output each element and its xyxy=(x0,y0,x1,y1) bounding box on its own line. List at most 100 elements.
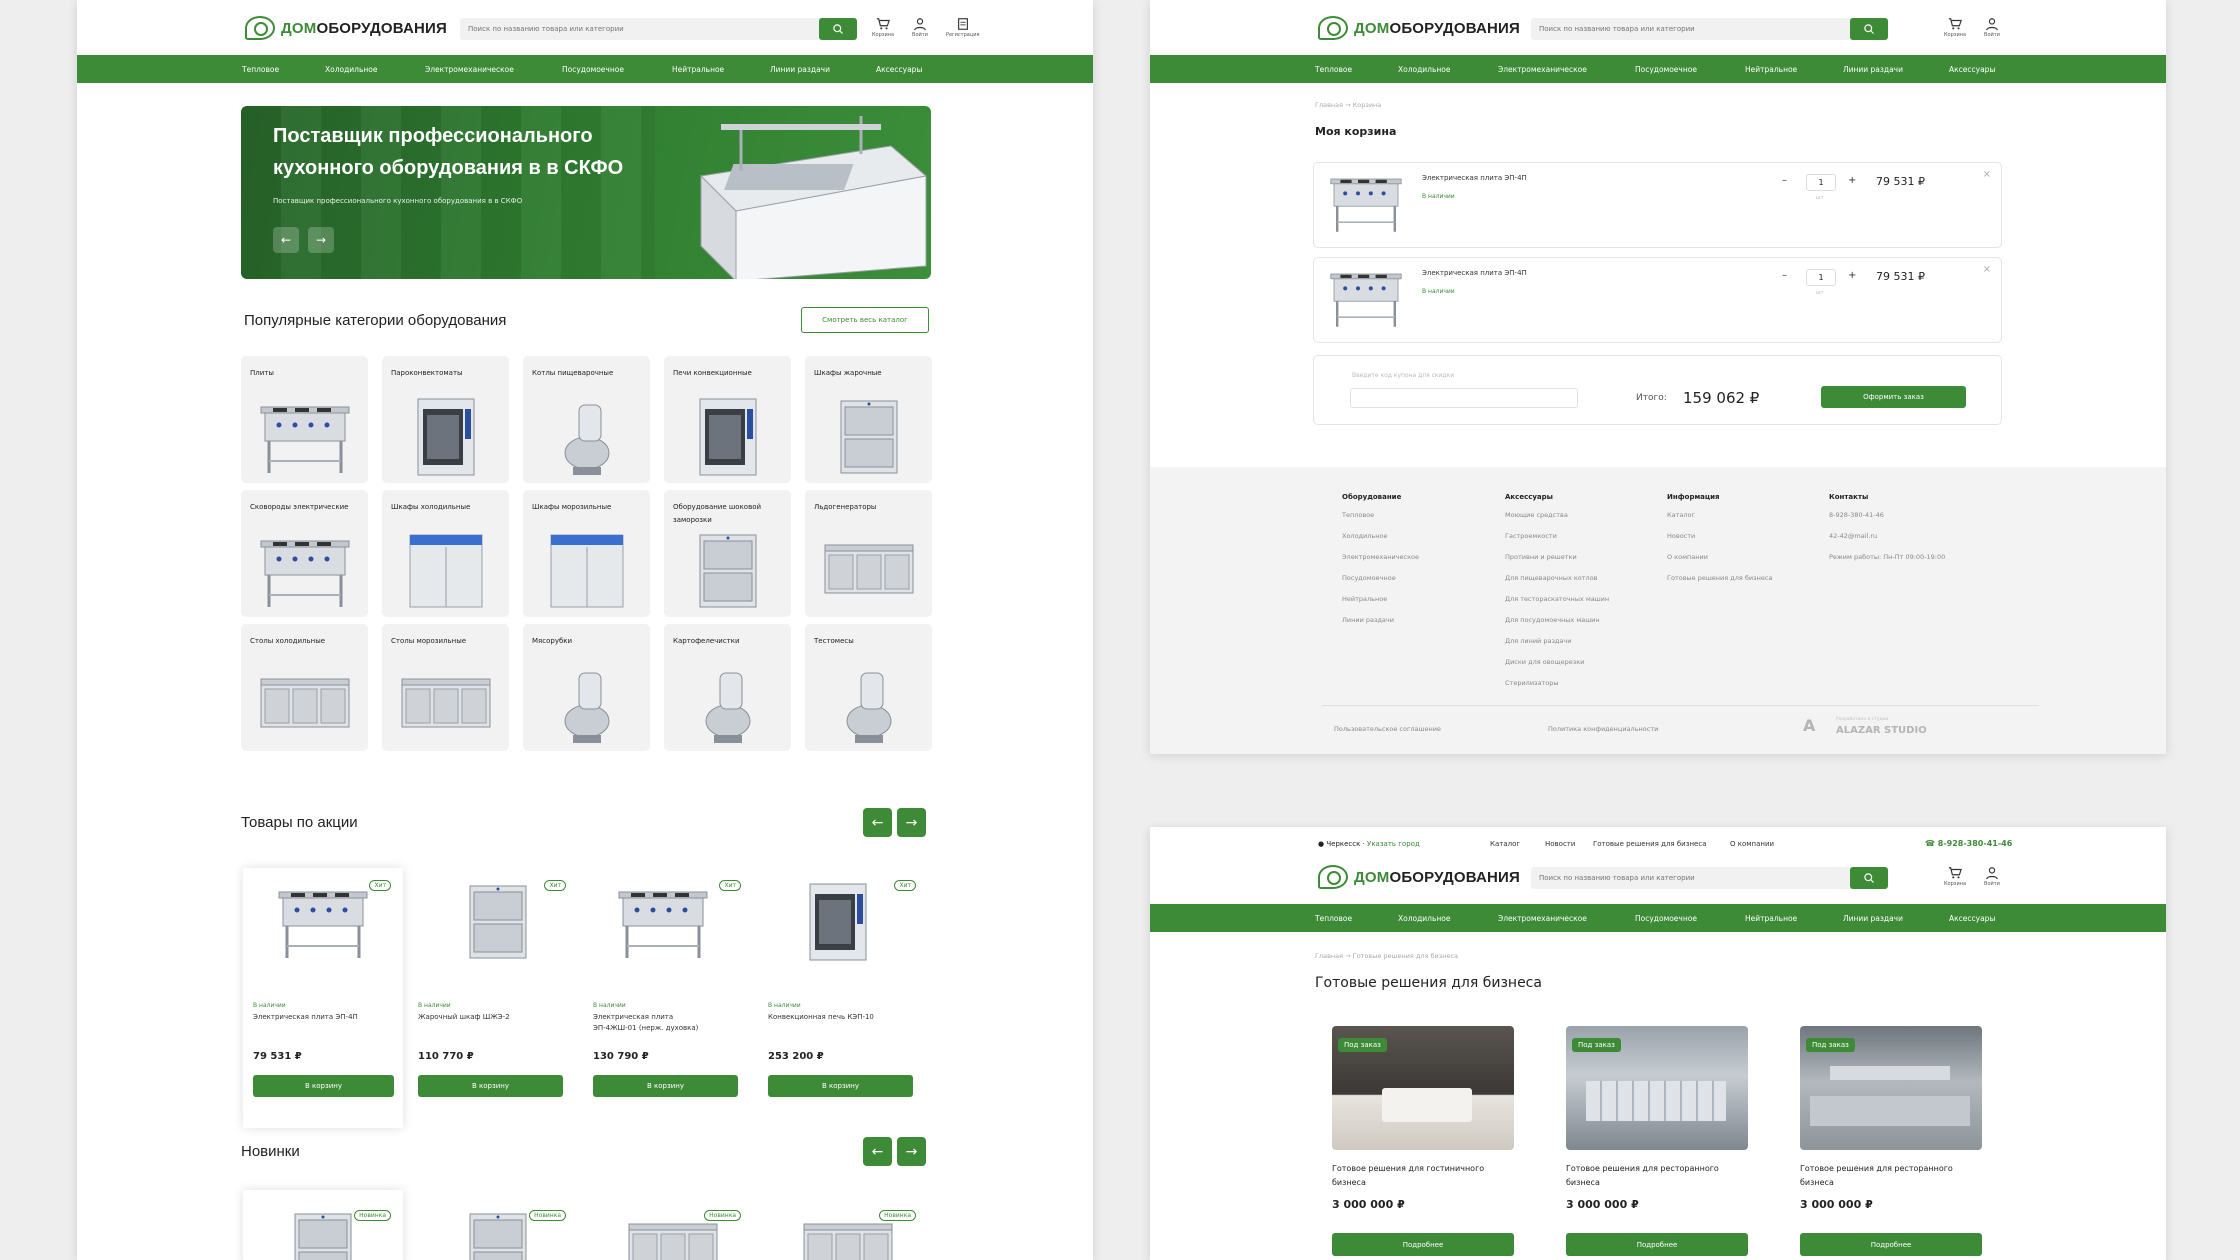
coupon-input[interactable] xyxy=(1350,388,1578,408)
new-prev-button[interactable]: ← xyxy=(863,1137,892,1166)
cart-item-name[interactable]: Электрическая плита ЭП-4П xyxy=(1422,173,1527,184)
privacy-link[interactable]: Политика конфиденциальности xyxy=(1548,725,1658,733)
qty-minus-button[interactable]: – xyxy=(1782,270,1787,281)
product-card[interactable]: Хит В наличии Электрическая плита ЭП-4П … xyxy=(243,868,403,1128)
category-card[interactable]: Шкафы морозильные xyxy=(523,490,650,617)
details-button[interactable]: Подробнее xyxy=(1566,1233,1748,1256)
breadcrumb[interactable]: Главная → Готовые решения для бизнеса xyxy=(1315,952,1458,960)
product-card[interactable]: Хит В наличии Жарочный шкаф ШЖЭ-2 110 77… xyxy=(418,868,578,1128)
qty-input[interactable]: 1 xyxy=(1806,269,1836,286)
nav-item[interactable]: Холодильное xyxy=(1398,65,1451,74)
category-card[interactable]: Оборудование шоковой заморозки xyxy=(664,490,791,617)
nav-item[interactable]: Электромеханическое xyxy=(425,65,514,74)
sale-next-button[interactable]: → xyxy=(897,808,926,837)
details-button[interactable]: Подробнее xyxy=(1800,1233,1982,1256)
search-button[interactable] xyxy=(819,18,857,40)
cart-link[interactable]: Корзина xyxy=(1944,866,1966,887)
category-card[interactable]: Печи конвекционные xyxy=(664,356,791,483)
qty-plus-button[interactable]: + xyxy=(1848,270,1856,281)
product-card[interactable]: Новинка xyxy=(418,1190,578,1260)
nav-item[interactable]: Аксессуары xyxy=(876,65,922,74)
hero-prev-button[interactable]: ← xyxy=(273,227,299,253)
product-card[interactable]: Новинка xyxy=(243,1190,403,1260)
add-to-cart-button[interactable]: В корзину xyxy=(253,1075,394,1097)
nav-item[interactable]: Нейтральное xyxy=(672,65,724,74)
nav-item[interactable]: Линии раздачи xyxy=(1843,65,1903,74)
hero-next-button[interactable]: → xyxy=(308,227,334,253)
details-button[interactable]: Подробнее xyxy=(1332,1233,1514,1256)
solution-card[interactable]: Под заказ Готовое решения для ресторанно… xyxy=(1566,1026,1748,1256)
qty-plus-button[interactable]: + xyxy=(1848,175,1856,186)
product-name[interactable]: Жарочный шкаф ШЖЭ-2 xyxy=(418,1012,558,1023)
category-card[interactable]: Мясорубки xyxy=(523,624,650,751)
logo[interactable]: ДОМОБОРУДОВАНИЯ xyxy=(1318,865,1520,889)
product-card[interactable]: Хит В наличии Конвекционная печь КЭП-10 … xyxy=(768,868,928,1128)
nav-item[interactable]: Холодильное xyxy=(1398,914,1451,923)
phone-link[interactable]: ☎ 8-928-380-41-46 xyxy=(1925,839,2012,848)
sale-prev-button[interactable]: ← xyxy=(863,808,892,837)
checkout-button[interactable]: Оформить заказ xyxy=(1821,386,1966,408)
category-card[interactable]: Льдогенераторы xyxy=(805,490,932,617)
login-link[interactable]: Войти xyxy=(912,17,928,38)
search-input[interactable] xyxy=(460,25,855,33)
product-name[interactable]: Электрическая плита ЭП-4ЖШ-01 (нерж. дух… xyxy=(593,1012,703,1034)
logo[interactable]: ДОМОБОРУДОВАНИЯ xyxy=(245,16,447,40)
login-link[interactable]: Войти xyxy=(1984,866,2000,887)
topnav-item[interactable]: О компании xyxy=(1730,840,1774,848)
category-card[interactable]: Шкафы холодильные xyxy=(382,490,509,617)
city-label[interactable]: ● Черкесск · Указать город xyxy=(1318,840,1420,848)
nav-item[interactable]: Электромеханическое xyxy=(1498,65,1587,74)
category-card[interactable]: Шкафы жарочные xyxy=(805,356,932,483)
add-to-cart-button[interactable]: В корзину xyxy=(593,1075,738,1097)
nav-item[interactable]: Посудомоечное xyxy=(1635,914,1697,923)
cart-link[interactable]: Корзина xyxy=(1944,17,1966,38)
nav-item[interactable]: Холодильное xyxy=(325,65,378,74)
nav-item[interactable]: Тепловое xyxy=(1315,65,1352,74)
search-button[interactable] xyxy=(1850,18,1888,40)
register-link[interactable]: Регистрация xyxy=(946,17,979,38)
nav-item[interactable]: Линии раздачи xyxy=(1843,914,1903,923)
nav-item[interactable]: Нейтральное xyxy=(1745,914,1797,923)
category-card[interactable]: Пароконвектоматы xyxy=(382,356,509,483)
logo[interactable]: ДОМОБОРУДОВАНИЯ xyxy=(1318,16,1520,40)
category-card[interactable]: Столы морозильные xyxy=(382,624,509,751)
category-card[interactable]: Плиты xyxy=(241,356,368,483)
product-card[interactable]: Новинка xyxy=(768,1190,928,1260)
product-card[interactable]: Новинка xyxy=(593,1190,753,1260)
search-input[interactable] xyxy=(1531,874,1886,882)
category-card[interactable]: Тестомесы xyxy=(805,624,932,751)
remove-icon[interactable]: × xyxy=(1983,264,1991,275)
solution-card[interactable]: Под заказ Готовое решения для гостинично… xyxy=(1332,1026,1514,1256)
nav-item[interactable]: Тепловое xyxy=(1315,914,1352,923)
agreement-link[interactable]: Пользовательское соглашение xyxy=(1334,725,1441,733)
search-input[interactable] xyxy=(1531,25,1886,33)
product-card[interactable]: Хит В наличии Электрическая плита ЭП-4ЖШ… xyxy=(593,868,753,1128)
topnav-item[interactable]: Готовые решения для бизнеса xyxy=(1593,840,1706,848)
product-name[interactable]: Конвекционная печь КЭП-10 xyxy=(768,1012,908,1023)
remove-icon[interactable]: × xyxy=(1983,169,1991,180)
add-to-cart-button[interactable]: В корзину xyxy=(768,1075,913,1097)
nav-item[interactable]: Посудомоечное xyxy=(1635,65,1697,74)
topnav-item[interactable]: Каталог xyxy=(1490,840,1520,848)
qty-minus-button[interactable]: – xyxy=(1782,175,1787,186)
add-to-cart-button[interactable]: В корзину xyxy=(418,1075,563,1097)
search-button[interactable] xyxy=(1850,867,1888,889)
nav-item[interactable]: Аксессуары xyxy=(1949,65,1995,74)
nav-item[interactable]: Тепловое xyxy=(242,65,279,74)
category-card[interactable]: Столы холодильные xyxy=(241,624,368,751)
login-link[interactable]: Войти xyxy=(1984,17,2000,38)
cart-link[interactable]: Корзина xyxy=(872,17,894,38)
studio-name[interactable]: ALAZAR STUDIO xyxy=(1836,725,1927,736)
nav-item[interactable]: Электромеханическое xyxy=(1498,914,1587,923)
qty-input[interactable]: 1 xyxy=(1806,174,1836,191)
category-card[interactable]: Котлы пищеварочные xyxy=(523,356,650,483)
product-name[interactable]: Электрическая плита ЭП-4П xyxy=(253,1012,393,1023)
new-next-button[interactable]: → xyxy=(897,1137,926,1166)
nav-item[interactable]: Аксессуары xyxy=(1949,914,1995,923)
nav-item[interactable]: Посудомоечное xyxy=(562,65,624,74)
nav-item[interactable]: Линии раздачи xyxy=(770,65,830,74)
cart-item-name[interactable]: Электрическая плита ЭП-4П xyxy=(1422,268,1527,279)
category-card[interactable]: Сковороды электрические xyxy=(241,490,368,617)
topnav-item[interactable]: Новости xyxy=(1545,840,1575,848)
solution-card[interactable]: Под заказ Готовое решения для ресторанно… xyxy=(1800,1026,1982,1256)
